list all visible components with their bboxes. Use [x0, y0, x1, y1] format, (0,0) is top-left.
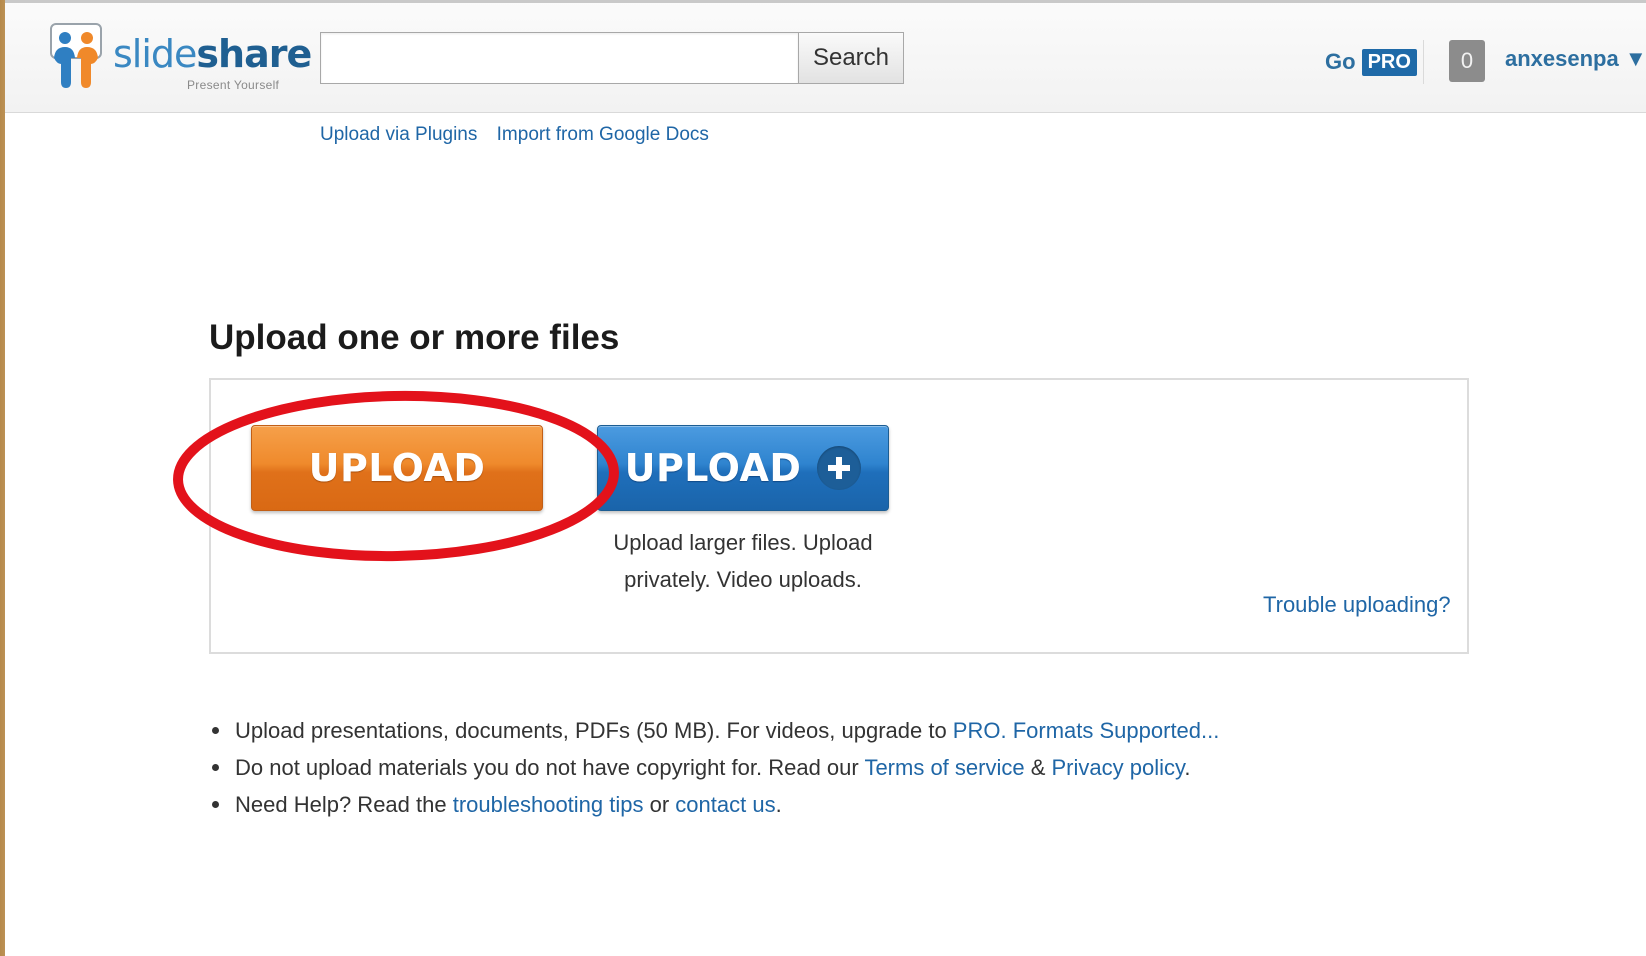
pro-link[interactable]: PRO. [953, 718, 1007, 743]
slideshare-people-logo-icon [50, 23, 102, 88]
list-item: Do not upload materials you do not have … [212, 749, 1219, 786]
upload-notes-list: Upload presentations, documents, PDFs (5… [212, 712, 1219, 823]
search-input[interactable] [320, 32, 798, 84]
header-top-line [5, 0, 1646, 3]
page-title: Upload one or more files [209, 318, 620, 357]
upload-plus-desc-line1: Upload larger files. Upload [613, 530, 873, 555]
header-divider [1423, 40, 1424, 84]
list-item: Upload presentations, documents, PDFs (5… [212, 712, 1219, 749]
note-text: . [775, 792, 782, 817]
pro-badge: PRO [1361, 48, 1417, 76]
upload-plus-button[interactable]: UPLOAD [597, 425, 889, 511]
upload-via-plugins-link[interactable]: Upload via Plugins [320, 124, 477, 145]
list-item: Need Help? Read the troubleshooting tips… [212, 786, 1219, 823]
privacy-policy-link[interactable]: Privacy policy [1052, 755, 1185, 780]
slideshare-logo[interactable]: slideshare Present Yourself [41, 18, 312, 98]
trouble-uploading-link[interactable]: Trouble uploading? [1263, 592, 1451, 618]
upload-plus-description: Upload larger files. Upload privately. V… [597, 524, 889, 598]
bullet-icon [212, 763, 219, 771]
notification-count-badge[interactable]: 0 [1449, 40, 1485, 82]
note-text: Do not upload materials you do not have … [235, 755, 865, 780]
upload-plus-desc-line2: privately. Video uploads. [624, 567, 862, 592]
contact-us-link[interactable]: contact us [675, 792, 775, 817]
note-text: or [643, 792, 676, 817]
user-menu-dropdown[interactable]: anxesenpa ▼ [1505, 46, 1646, 72]
upload-button[interactable]: UPLOAD [251, 425, 543, 511]
logo-word-light: slide [113, 32, 197, 76]
note-text: Upload presentations, documents, PDFs (5… [235, 718, 953, 743]
logo-tagline: Present Yourself [187, 78, 280, 92]
go-pro-link[interactable]: Go PRO [1325, 46, 1417, 78]
page-frame: slideshare Present Yourself Search Go PR… [5, 0, 1646, 956]
go-pro-go-label: Go [1325, 49, 1356, 74]
bullet-icon [212, 800, 219, 808]
plus-circle-icon [817, 446, 862, 490]
import-google-docs-link[interactable]: Import from Google Docs [497, 124, 709, 145]
search-button[interactable]: Search [798, 32, 904, 84]
terms-of-service-link[interactable]: Terms of service [864, 755, 1024, 780]
bullet-icon [212, 726, 219, 734]
formats-supported-link[interactable]: Formats Supported... [1013, 718, 1220, 743]
top-header: slideshare Present Yourself Search Go PR… [5, 0, 1646, 113]
upload-sub-links: Upload via Plugins Import from Google Do… [320, 124, 723, 146]
troubleshooting-tips-link[interactable]: troubleshooting tips [453, 792, 644, 817]
upload-plus-label: UPLOAD [624, 446, 802, 490]
note-text: & [1024, 755, 1052, 780]
note-text: Need Help? Read the [235, 792, 453, 817]
logo-word-strong: share [196, 32, 312, 76]
note-text: . [1184, 755, 1191, 780]
logo-wordmark: slideshare [113, 32, 312, 76]
